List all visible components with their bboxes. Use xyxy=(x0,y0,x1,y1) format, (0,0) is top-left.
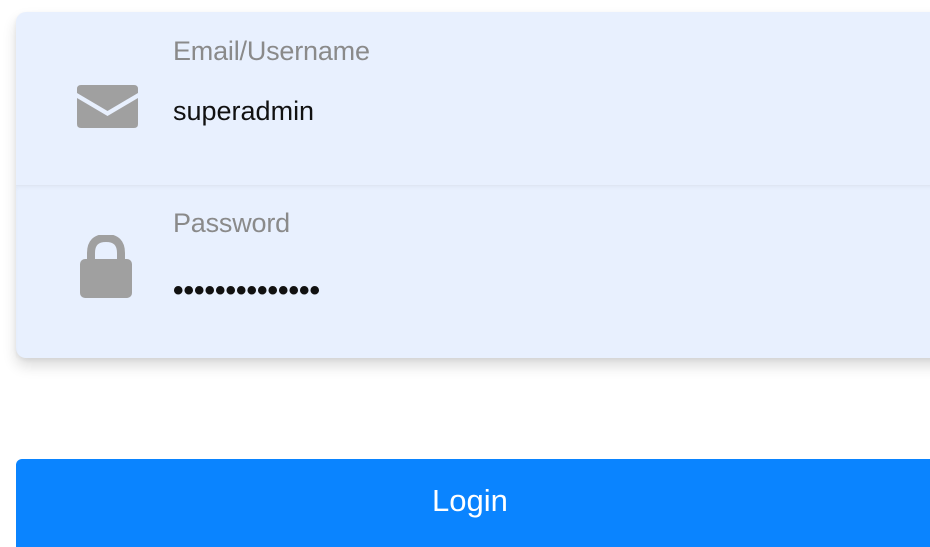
login-button[interactable]: Login xyxy=(16,459,930,547)
envelope-icon xyxy=(77,85,138,128)
password-field-label: Password xyxy=(173,208,290,238)
email-field-row[interactable]: Email/Username xyxy=(16,12,930,185)
email-input[interactable] xyxy=(173,96,773,127)
email-field-label: Email/Username xyxy=(173,36,370,66)
password-field-row[interactable]: Password •••••••••••••• xyxy=(16,185,930,358)
lock-icon xyxy=(80,235,132,298)
credentials-card: Email/Username Password •••••••••••••• xyxy=(16,12,930,358)
password-input[interactable]: •••••••••••••• xyxy=(173,274,773,308)
login-form: Email/Username Password •••••••••••••• L… xyxy=(0,0,930,547)
